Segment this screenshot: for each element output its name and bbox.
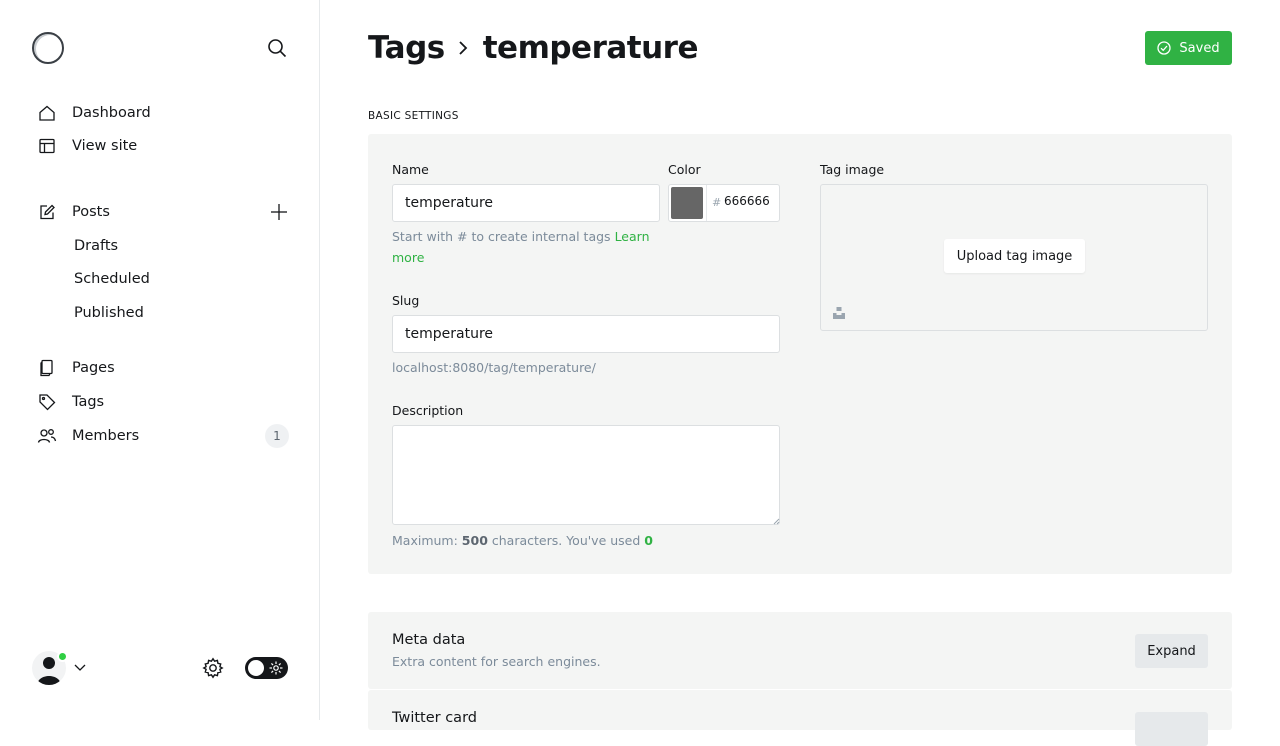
color-divider xyxy=(706,185,707,221)
check-circle-icon xyxy=(1157,41,1172,55)
nav-dashboard-label: Dashboard xyxy=(72,105,151,121)
online-status-dot xyxy=(57,651,68,662)
unsplash-icon[interactable] xyxy=(832,306,846,320)
color-label: Color xyxy=(668,162,701,177)
nav-posts-label: Posts xyxy=(72,204,110,220)
slug-input[interactable]: temperature xyxy=(392,315,780,353)
color-hex-input[interactable]: 666666 xyxy=(724,194,776,208)
nav-scheduled[interactable]: Scheduled xyxy=(74,268,150,290)
chevron-right-icon xyxy=(457,40,469,56)
section-title-basic-settings: BASIC SETTINGS xyxy=(368,110,459,122)
page-title: temperature xyxy=(482,30,699,66)
name-label: Name xyxy=(392,162,429,177)
upload-tag-image-button[interactable]: Upload tag image xyxy=(944,239,1085,273)
nav-pages-label: Pages xyxy=(72,360,115,376)
edit-icon xyxy=(36,201,58,223)
color-hash: # xyxy=(712,196,722,209)
desc-max: 500 xyxy=(461,533,488,548)
nav-tags-label: Tags xyxy=(72,394,105,410)
nav-posts[interactable]: Posts xyxy=(36,200,110,224)
members-count-badge: 1 xyxy=(265,424,289,448)
save-button-label: Saved xyxy=(1179,40,1220,56)
breadcrumb: Tags temperature xyxy=(368,28,699,68)
members-icon xyxy=(36,425,58,447)
color-swatch[interactable] xyxy=(671,187,703,219)
save-button[interactable]: Saved xyxy=(1145,31,1232,65)
twitter-card-title: Twitter card xyxy=(392,710,477,726)
nav-dashboard[interactable]: Dashboard xyxy=(36,101,151,125)
new-post-plus-icon[interactable] xyxy=(266,199,292,225)
name-hint-text: Start with # to create internal tags xyxy=(392,229,611,244)
slug-url: localhost:8080/tag/temperature/ xyxy=(392,360,596,375)
meta-data-title: Meta data xyxy=(392,632,466,648)
view-site-icon xyxy=(36,135,58,157)
gear-icon[interactable] xyxy=(200,655,226,681)
resize-handle-icon[interactable] xyxy=(773,518,780,525)
description-counter: Maximum: 500 characters. You've used 0 xyxy=(392,530,653,551)
meta-data-subtitle: Extra content for search engines. xyxy=(392,654,601,669)
chevron-down-icon[interactable] xyxy=(72,659,88,675)
nav-view-site[interactable]: View site xyxy=(36,134,137,158)
toggle-knob xyxy=(248,660,264,676)
color-field: # 666666 xyxy=(668,184,780,222)
meta-data-card: Meta data Extra content for search engin… xyxy=(368,612,1232,689)
desc-hint-prefix: Maximum: xyxy=(392,533,458,548)
basic-settings-panel: Name temperature Start with # to create … xyxy=(368,134,1232,574)
search-icon[interactable] xyxy=(264,35,290,61)
nav-tags[interactable]: Tags xyxy=(36,390,104,414)
slug-label: Slug xyxy=(392,293,420,308)
desc-used-count: 0 xyxy=(644,533,653,548)
theme-toggle[interactable] xyxy=(245,657,288,679)
twitter-card-card: Twitter card xyxy=(368,690,1232,746)
nav-pages[interactable]: Pages xyxy=(36,356,115,380)
tag-image-dropzone[interactable]: Upload tag image xyxy=(820,184,1208,331)
tag-icon xyxy=(36,391,58,413)
nav-published[interactable]: Published xyxy=(74,302,144,324)
description-label: Description xyxy=(392,403,464,418)
home-icon xyxy=(36,102,58,124)
main-content: Tags temperature Saved BASIC SETTINGS Na… xyxy=(320,0,1280,746)
nav-drafts[interactable]: Drafts xyxy=(74,235,118,257)
pages-icon xyxy=(36,357,58,379)
nav-view-site-label: View site xyxy=(72,138,138,154)
name-hint: Start with # to create internal tags Lea… xyxy=(392,226,652,268)
sun-icon xyxy=(269,661,283,675)
name-input[interactable]: temperature xyxy=(392,184,660,222)
description-textarea[interactable] xyxy=(392,425,780,525)
nav-members-label: Members xyxy=(72,428,140,444)
sidebar: Dashboard View site Posts Drafts Schedul… xyxy=(0,0,320,720)
site-logo[interactable] xyxy=(32,32,64,64)
meta-data-expand-button[interactable]: Expand xyxy=(1135,634,1208,668)
tag-image-label: Tag image xyxy=(820,162,885,177)
breadcrumb-tags-link[interactable]: Tags xyxy=(368,30,445,66)
desc-hint-mid: characters. You've used xyxy=(491,533,641,548)
nav-members[interactable]: Members xyxy=(36,424,139,448)
twitter-card-expand-button[interactable] xyxy=(1135,712,1208,746)
